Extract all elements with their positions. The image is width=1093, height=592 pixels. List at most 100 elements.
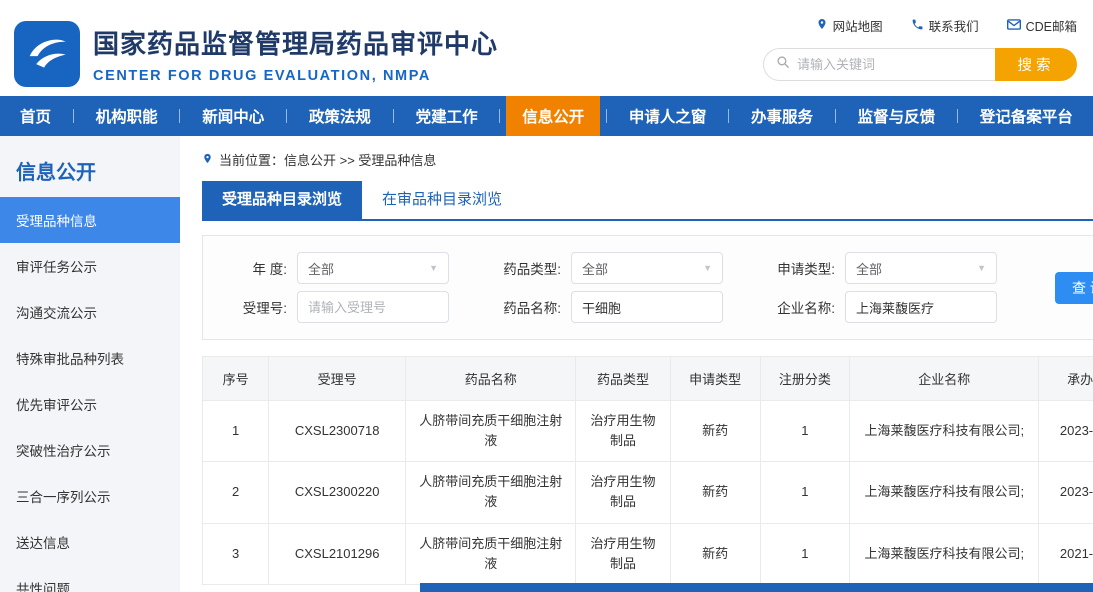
table-cell: 新药 bbox=[670, 401, 760, 462]
nav-item-news-center[interactable]: 新闻中心 bbox=[186, 96, 280, 136]
table-row: 2 CXSL2300220 人脐带间充质干细胞注射液 治疗用生物制品 新药 1 … bbox=[203, 462, 1093, 523]
footer-bar bbox=[420, 583, 1093, 592]
header-date: 承办日期 bbox=[1039, 357, 1093, 401]
nav-separator bbox=[606, 109, 607, 123]
chevron-down-icon: ▼ bbox=[429, 263, 438, 273]
drug-type-select-value: 全部 bbox=[582, 259, 608, 278]
table-cell: CXSL2101296 bbox=[269, 523, 406, 584]
query-button[interactable]: 查 询 bbox=[1055, 272, 1093, 304]
sidebar-item-special-approval[interactable]: 特殊审批品种列表 bbox=[0, 335, 180, 381]
header: 国家药品监督管理局药品审评中心 CENTER FOR DRUG EVALUATI… bbox=[0, 0, 1093, 96]
table-cell: 1 bbox=[203, 401, 269, 462]
site-titles: 国家药品监督管理局药品审评中心 CENTER FOR DRUG EVALUATI… bbox=[93, 24, 498, 84]
nav-separator bbox=[286, 109, 287, 123]
sitemap-link-label: 网站地图 bbox=[833, 16, 883, 35]
accept-no-input[interactable] bbox=[297, 291, 449, 323]
sidebar-item-common-issues[interactable]: 共性问题 bbox=[0, 565, 180, 592]
sidebar-item-delivery-info[interactable]: 送达信息 bbox=[0, 519, 180, 565]
apply-type-label: 申请类型: bbox=[763, 258, 835, 278]
table-row: 3 CXSL2101296 人脐带间充质干细胞注射液 治疗用生物制品 新药 1 … bbox=[203, 523, 1093, 584]
table-cell: 新药 bbox=[670, 523, 760, 584]
accept-no-filter: 受理号: bbox=[215, 291, 449, 323]
nav-item-org-functions[interactable]: 机构职能 bbox=[80, 96, 174, 136]
apply-type-select[interactable]: 全部 ▼ bbox=[845, 252, 997, 284]
nav-item-info-disclosure[interactable]: 信息公开 bbox=[506, 96, 600, 136]
table-cell: 治疗用生物制品 bbox=[576, 401, 671, 462]
breadcrumb-pin-icon bbox=[202, 152, 213, 168]
nav-separator bbox=[957, 109, 958, 123]
table-cell: 2 bbox=[203, 462, 269, 523]
site-subtitle: CENTER FOR DRUG EVALUATION, NMPA bbox=[93, 68, 498, 84]
sidebar-item-three-in-one[interactable]: 三合一序列公示 bbox=[0, 473, 180, 519]
brand: 国家药品监督管理局药品审评中心 CENTER FOR DRUG EVALUATI… bbox=[14, 12, 498, 96]
sitemap-link[interactable]: 网站地图 bbox=[816, 16, 883, 35]
table-cell: 治疗用生物制品 bbox=[576, 523, 671, 584]
accept-no-label: 受理号: bbox=[215, 297, 287, 317]
nav-separator bbox=[179, 109, 180, 123]
tab-under-review-catalog[interactable]: 在审品种目录浏览 bbox=[362, 181, 522, 219]
table-cell: 3 bbox=[203, 523, 269, 584]
contact-link[interactable]: 联系我们 bbox=[911, 16, 979, 35]
table-cell: 人脐带间充质干细胞注射液 bbox=[406, 401, 576, 462]
search-button[interactable]: 搜索 bbox=[995, 48, 1077, 81]
table-cell: 1 bbox=[760, 401, 850, 462]
year-select-value: 全部 bbox=[308, 259, 334, 278]
nav-item-policies[interactable]: 政策法规 bbox=[293, 96, 387, 136]
nav-item-party-building[interactable]: 党建工作 bbox=[400, 96, 494, 136]
nav-separator bbox=[73, 109, 74, 123]
nav-item-supervision-feedback[interactable]: 监督与反馈 bbox=[842, 96, 952, 136]
table-cell: 1 bbox=[760, 462, 850, 523]
table-cell: 人脐带间充质干细胞注射液 bbox=[406, 523, 576, 584]
table-cell: 2021-09-02 bbox=[1039, 523, 1093, 584]
filter-panel: 年 度: 全部 ▼ 药品类型: 全部 ▼ 申请类 bbox=[202, 235, 1093, 340]
table-header-row: 序号 受理号 药品名称 药品类型 申请类型 注册分类 企业名称 承办日期 bbox=[203, 357, 1093, 401]
sidebar-item-review-tasks[interactable]: 审评任务公示 bbox=[0, 243, 180, 289]
drug-type-select[interactable]: 全部 ▼ bbox=[571, 252, 723, 284]
header-drug-type: 药品类型 bbox=[576, 357, 671, 401]
sidebar-item-priority-review[interactable]: 优先审评公示 bbox=[0, 381, 180, 427]
page: 国家药品监督管理局药品审评中心 CENTER FOR DRUG EVALUATI… bbox=[0, 0, 1093, 592]
breadcrumb: 当前位置：信息公开 >> 受理品种信息 bbox=[202, 150, 1093, 169]
nav-item-services[interactable]: 办事服务 bbox=[735, 96, 829, 136]
tab-accepted-catalog[interactable]: 受理品种目录浏览 bbox=[202, 181, 362, 219]
nav-item-applicant-window[interactable]: 申请人之窗 bbox=[613, 96, 723, 136]
table-cell: 2023-10-20 bbox=[1039, 401, 1093, 462]
filter-row-2: 受理号: 药品名称: 企业名称: bbox=[215, 291, 1037, 323]
nav-item-registration-platform[interactable]: 登记备案平台 bbox=[964, 96, 1089, 136]
drug-type-filter: 药品类型: 全部 ▼ bbox=[489, 252, 723, 284]
nav-separator bbox=[499, 109, 500, 123]
table-cell: 人脐带间充质干细胞注射液 bbox=[406, 462, 576, 523]
header-seq: 序号 bbox=[203, 357, 269, 401]
year-label: 年 度: bbox=[215, 258, 287, 278]
search-icon bbox=[776, 55, 790, 74]
body: 信息公开 受理品种信息 审评任务公示 沟通交流公示 特殊审批品种列表 优先审评公… bbox=[0, 136, 1093, 592]
header-apply-type: 申请类型 bbox=[670, 357, 760, 401]
nav-separator bbox=[728, 109, 729, 123]
contact-link-label: 联系我们 bbox=[929, 16, 979, 35]
apply-type-select-value: 全部 bbox=[856, 259, 882, 278]
drug-name-input[interactable] bbox=[571, 291, 723, 323]
site-search: 搜索 bbox=[763, 48, 1077, 81]
sidebar-item-communication[interactable]: 沟通交流公示 bbox=[0, 289, 180, 335]
header-right: 网站地图 联系我们 CDE邮箱 bbox=[763, 12, 1077, 96]
nav-separator bbox=[393, 109, 394, 123]
table-cell: CXSL2300718 bbox=[269, 401, 406, 462]
nav-separator bbox=[835, 109, 836, 123]
cde-mail-link[interactable]: CDE邮箱 bbox=[1007, 16, 1077, 35]
company-input[interactable] bbox=[845, 291, 997, 323]
sidebar-item-breakthrough-therapy[interactable]: 突破性治疗公示 bbox=[0, 427, 180, 473]
header-reg-class: 注册分类 bbox=[760, 357, 850, 401]
table-cell: 治疗用生物制品 bbox=[576, 462, 671, 523]
sidebar-title: 信息公开 bbox=[0, 136, 180, 197]
chevron-down-icon: ▼ bbox=[977, 263, 986, 273]
table-cell: CXSL2300220 bbox=[269, 462, 406, 523]
sidebar-item-accepted-varieties[interactable]: 受理品种信息 bbox=[0, 197, 180, 243]
cde-logo-icon bbox=[14, 21, 80, 87]
year-select[interactable]: 全部 ▼ bbox=[297, 252, 449, 284]
nav-item-home[interactable]: 首页 bbox=[4, 96, 67, 136]
search-input[interactable] bbox=[797, 57, 983, 72]
cde-mail-link-label: CDE邮箱 bbox=[1026, 16, 1077, 35]
search-box bbox=[763, 48, 995, 81]
sidebar: 信息公开 受理品种信息 审评任务公示 沟通交流公示 特殊审批品种列表 优先审评公… bbox=[0, 136, 180, 592]
company-label: 企业名称: bbox=[763, 297, 835, 317]
